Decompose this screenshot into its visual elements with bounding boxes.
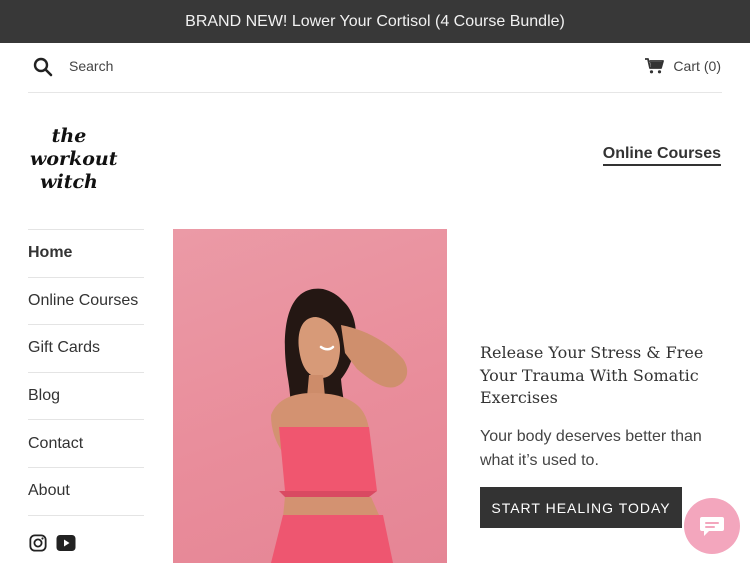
sidebar-item-online-courses[interactable]: Online Courses bbox=[28, 276, 144, 325]
promo-body: Your body deserves better than what it’s… bbox=[480, 428, 702, 469]
sidebar-item-label: Online Courses bbox=[28, 291, 139, 309]
hero-photo-woman bbox=[271, 288, 408, 563]
sidebar-item-label: Gift Cards bbox=[28, 339, 101, 357]
sidebar-item-about[interactable]: About bbox=[28, 466, 144, 515]
announcement-bar[interactable]: BRAND NEW! Lower Your Cortisol (4 Course… bbox=[0, 0, 750, 43]
sidebar-item-blog[interactable]: Blog bbox=[28, 371, 144, 420]
logo[interactable]: the workout witch bbox=[30, 125, 118, 194]
logo-line: witch bbox=[40, 171, 98, 193]
sidebar-item-label: Blog bbox=[28, 387, 61, 405]
search-input[interactable]: Search bbox=[69, 58, 113, 74]
sidebar-item-contact[interactable]: Contact bbox=[28, 419, 144, 467]
social-links bbox=[28, 534, 76, 552]
cart-link[interactable]: Cart (0) bbox=[645, 58, 721, 74]
sidebar-item-label: Home bbox=[28, 244, 73, 262]
chat-widget-button[interactable] bbox=[684, 498, 740, 554]
start-healing-button[interactable]: START HEALING TODAY bbox=[480, 487, 682, 528]
sidebar-nav: Home Online Courses Gift Cards Blog Cont… bbox=[28, 229, 144, 516]
header-divider bbox=[28, 92, 722, 93]
sidebar-item-label: Contact bbox=[28, 434, 84, 452]
logo-line: the bbox=[51, 125, 87, 147]
sidebar-item-gift-cards[interactable]: Gift Cards bbox=[28, 324, 144, 372]
cart-icon bbox=[645, 58, 665, 74]
sidebar-divider bbox=[28, 514, 144, 516]
chat-icon bbox=[700, 517, 724, 536]
sidebar-item-label: About bbox=[28, 482, 70, 500]
promo-title: Release Your Stress & Free Your Trauma W… bbox=[480, 343, 704, 407]
search-icon[interactable] bbox=[33, 57, 53, 77]
hero-image bbox=[173, 229, 447, 563]
top-nav-online-courses[interactable]: Online Courses bbox=[602, 145, 721, 166]
cart-count: (0) bbox=[703, 58, 721, 74]
youtube-icon[interactable] bbox=[56, 534, 76, 552]
instagram-icon[interactable] bbox=[28, 534, 48, 552]
cart-label: Cart bbox=[673, 58, 700, 74]
sidebar-item-home[interactable]: Home bbox=[28, 229, 144, 277]
logo-line: workout bbox=[30, 148, 118, 170]
announcement-text[interactable]: BRAND NEW! Lower Your Cortisol (4 Course… bbox=[185, 13, 565, 31]
